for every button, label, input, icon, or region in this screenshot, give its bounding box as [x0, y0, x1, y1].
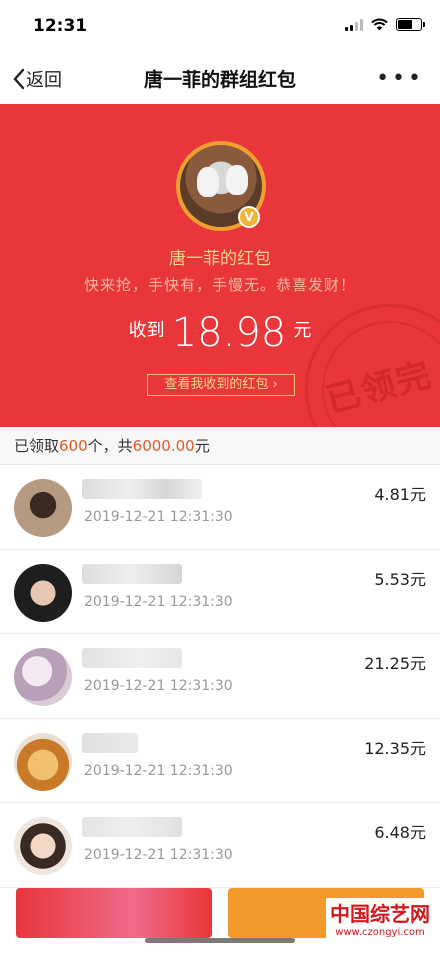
list-item[interactable]: 2019-12-21 12:31:30 6.48元: [0, 803, 440, 888]
avatar: [14, 817, 72, 875]
list-item[interactable]: 2019-12-21 12:31:30 21.25元: [0, 634, 440, 719]
avatar: [14, 563, 72, 622]
blurred-username: [82, 563, 182, 584]
claim-amount: 21.25元: [364, 654, 426, 673]
claim-record-list: 2019-12-21 12:31:30 4.81元 2019-12-21 12:…: [0, 465, 440, 888]
claim-time: 2019-12-21 12:31:30: [84, 593, 233, 610]
claim-amount: 5.53元: [374, 569, 426, 589]
list-item[interactable]: 2019-12-21 12:31:30 5.53元: [0, 550, 440, 634]
sender-name: 唐一菲的红包: [169, 249, 271, 269]
summary-middle: 个，共: [87, 437, 133, 455]
claim-time: 2019-12-21 12:31:30: [84, 509, 233, 525]
amount-prefix: 收到: [128, 320, 165, 341]
more-options-button[interactable]: •••: [376, 66, 424, 91]
summary-unit: 元: [194, 437, 210, 455]
list-item[interactable]: 2019-12-21 12:31:30 4.81元: [0, 465, 440, 550]
watermark-url: www.czongyi.com: [326, 927, 434, 938]
navigation-bar: 返回 唐一菲的群组红包 •••: [0, 52, 440, 104]
home-indicator: [145, 938, 295, 943]
site-watermark: 中国综艺网 www.czongyi.com: [326, 898, 434, 938]
amount-value: 18.98: [171, 310, 287, 356]
wifi-icon: [371, 18, 388, 31]
cellular-signal-icon: [345, 18, 363, 31]
blurred-username: [82, 732, 138, 753]
bottom-action-bar: 中国综艺网 www.czongyi.com: [0, 888, 440, 953]
list-item[interactable]: 2019-12-21 12:31:30 12.35元: [0, 719, 440, 803]
summary-prefix: 已领取: [14, 437, 60, 455]
blurred-username: [82, 817, 182, 837]
page-title: 唐一菲的群组红包: [143, 69, 296, 91]
avatar: [14, 479, 72, 537]
red-packet-header: 已领完 V 唐一菲的红包 快来抢，手快有，手慢无。恭喜发财！ 收到 18.98 …: [0, 104, 440, 427]
blurred-action-button[interactable]: [16, 888, 212, 938]
amount-unit: 元: [293, 320, 312, 341]
claim-total: 6000.00: [132, 437, 195, 455]
battery-icon: [396, 18, 425, 31]
claim-time: 2019-12-21 12:31:30: [84, 678, 233, 694]
status-time: 12:31: [33, 16, 88, 36]
verified-badge-icon: V: [238, 206, 260, 228]
greeting-message: 快来抢，手快有，手慢无。恭喜发财！: [83, 276, 356, 294]
blurred-username: [82, 479, 202, 499]
claim-count: 600: [59, 437, 88, 455]
blurred-username: [82, 648, 182, 668]
claim-amount: 4.81元: [374, 485, 426, 504]
watermark-title: 中国综艺网: [326, 898, 434, 927]
claim-amount: 6.48元: [374, 823, 426, 842]
claim-time: 2019-12-21 12:31:30: [84, 847, 233, 863]
avatar: [14, 732, 72, 791]
claim-time: 2019-12-21 12:31:30: [84, 762, 233, 779]
view-received-packets-link[interactable]: 查看我收到的红包 ›: [147, 374, 295, 396]
claim-summary: 已领取600个，共6000.00元: [0, 427, 440, 465]
claim-amount: 12.35元: [364, 738, 426, 758]
status-bar: 12:31: [0, 0, 440, 52]
received-amount: 收到 18.98 元: [0, 310, 440, 356]
avatar: [14, 648, 72, 706]
status-icons: [345, 18, 425, 31]
